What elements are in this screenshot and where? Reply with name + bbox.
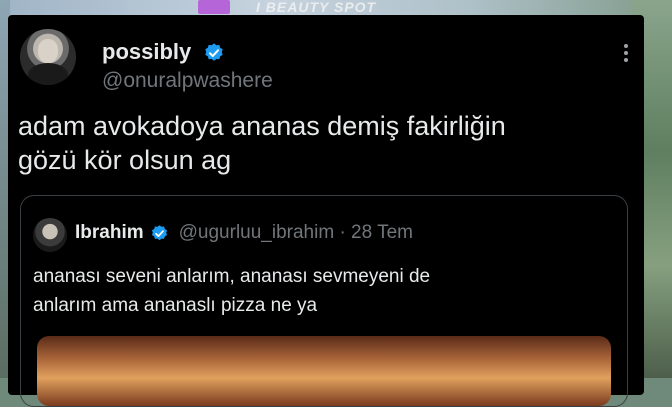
author-name-text: possibly [102,39,192,64]
quoted-tweet-media-image[interactable] [37,336,611,406]
banner-logo [198,0,230,14]
verified-badge-icon [205,43,224,61]
quoted-text-line-2: anlarım ama ananaslı pizza ne ya [33,295,318,316]
more-options-icon[interactable] [624,41,630,65]
quoted-author-handle: @ugurluu_ibrahim · 28 Tem [178,222,414,243]
quoted-author-header[interactable]: Ibrahim @ugurluu_ibrahim · 28 Tem [75,222,413,244]
banner-text: I BEAUTY SPOT [256,0,377,15]
quoted-tweet[interactable]: Ibrahim @ugurluu_ibrahim · 28 Tem ananas… [20,195,628,407]
background-banner: I BEAUTY SPOT [198,0,377,15]
quoted-tweet-text: ananası seveni anlarım, ananası sevmeyen… [33,262,613,320]
quoted-text-line-1: ananası seveni anlarım, ananası sevmeyen… [33,266,431,287]
author-display-name[interactable]: possibly [102,39,225,65]
author-handle[interactable]: @onuralpwashere [102,69,273,93]
avatar-suit [28,63,68,85]
avatar-face [38,39,58,63]
tweet-card: possibly @onuralpwashere adam avokadoya … [8,15,644,407]
verified-badge-icon [151,224,167,240]
tweet-text-line-1: adam avokadoya ananas demiş fakirliğin [18,111,506,141]
quoted-author-avatar[interactable] [33,218,67,252]
tweet-text: adam avokadoya ananas demiş fakirliğin g… [18,109,618,177]
author-avatar[interactable] [20,29,76,85]
quoted-author-name: Ibrahim [75,222,144,243]
tweet-text-line-2: gözü kör olsun ag [18,145,232,175]
